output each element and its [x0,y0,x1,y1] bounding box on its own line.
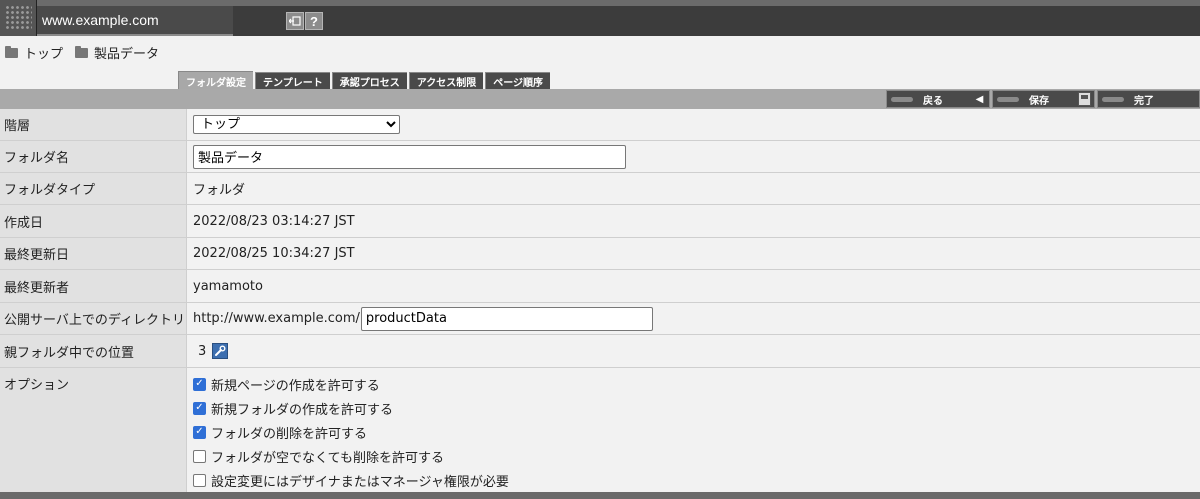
option-label: フォルダの削除を許可する [211,426,368,442]
back-button[interactable]: 戻る ◀ [886,90,990,108]
save-disk-icon [1078,92,1091,106]
folder-type-label: フォルダタイプ [0,173,187,204]
site-name: www.example.com [42,12,159,28]
folder-name-label: フォルダ名 [0,141,187,172]
tab-template[interactable]: テンプレート [255,72,330,90]
tab-bar: フォルダ設定 テンプレート 承認プロセス アクセス制限 ページ順序 [178,71,552,90]
button-pill [1102,96,1124,102]
position-value: 3 [198,343,207,359]
tab-page-order[interactable]: ページ順序 [485,72,551,90]
row-updated-by: 最終更新者 yamamoto [0,270,1200,303]
hierarchy-cell: トップ [187,109,1200,140]
row-position: 親フォルダ中での位置 3 [0,335,1200,368]
checkbox[interactable] [193,473,206,487]
option-label: 新規フォルダの作成を許可する [211,402,394,418]
option-allow-folder-delete[interactable]: フォルダの削除を許可する [193,420,367,444]
breadcrumb-item-top[interactable]: トップ [5,43,63,62]
updated-label: 最終更新日 [0,238,187,269]
row-options: オプション 新規ページの作成を許可する 新規フォルダの作成を許可する フォルダの… [0,368,1200,493]
checkbox[interactable] [193,449,206,463]
breadcrumb-label: 製品データ [94,47,160,62]
row-folder-type: フォルダタイプ フォルダ [0,173,1200,205]
checkbox[interactable] [193,425,206,439]
breadcrumb-item-product-data[interactable]: 製品データ [75,43,159,62]
folder-type-value: フォルダ [187,173,1200,204]
option-allow-nonempty-delete[interactable]: フォルダが空でなくても削除を許可する [193,444,444,468]
updated-by-value: yamamoto [187,270,1200,302]
wrench-icon[interactable] [212,343,229,359]
folder-settings-form: 階層 トップ フォルダ名 フォルダタイプ フォルダ 作成日 2022/08/23… [0,109,1200,493]
app-logo[interactable] [0,0,37,36]
checkbox[interactable] [193,377,206,391]
folder-name-cell [187,141,1200,172]
updated-value: 2022/08/25 10:34:27 JST [187,238,1200,269]
option-label: フォルダが空でなくても削除を許可する [211,450,444,466]
created-value: 2022/08/23 03:14:27 JST [187,205,1200,237]
tab-folder-settings[interactable]: フォルダ設定 [178,71,253,90]
options-label: オプション [0,368,187,493]
logo-grid-icon [5,5,32,31]
directory-cell: http://www.example.com/ [187,303,1200,334]
directory-prefix: http://www.example.com/ [193,311,360,326]
hierarchy-select[interactable]: トップ [193,115,400,134]
option-label: 新規ページの作成を許可する [211,378,380,394]
directory-input[interactable] [360,306,653,331]
breadcrumb: トップ 製品データ [5,43,171,62]
back-label: 戻る [923,95,943,107]
done-button[interactable]: 完了 [1097,90,1200,108]
tab-approval-process[interactable]: 承認プロセス [331,72,407,90]
back-arrow-icon: ◀ [975,93,984,105]
folder-name-input[interactable] [193,144,626,169]
button-pill [997,96,1019,102]
option-label: 設定変更にはデザイナまたはマネージャ権限が必要 [211,474,509,490]
tab-access-restriction[interactable]: アクセス制限 [408,72,484,90]
exit-icon[interactable] [286,12,304,30]
top-bar: www.example.com ? [0,0,1200,36]
action-bar: 戻る ◀ 保存 完了 [0,89,1200,109]
row-hierarchy: 階層 トップ [0,109,1200,141]
help-icon[interactable]: ? [305,12,323,30]
position-cell: 3 [187,335,1200,367]
site-tab[interactable]: www.example.com [37,6,233,36]
row-folder-name: フォルダ名 [0,141,1200,173]
row-directory: 公開サーバ上でのディレクトリ http://www.example.com/ [0,303,1200,335]
folder-icon [5,45,18,58]
save-label: 保存 [1029,95,1049,107]
button-pill [891,96,913,102]
row-updated: 最終更新日 2022/08/25 10:34:27 JST [0,238,1200,270]
bottom-bar [0,492,1200,499]
folder-icon [75,45,89,58]
checkbox[interactable] [193,401,206,415]
directory-label: 公開サーバ上でのディレクトリ [0,303,187,334]
position-label: 親フォルダ中での位置 [0,335,187,367]
options-cell: 新規ページの作成を許可する 新規フォルダの作成を許可する フォルダの削除を許可す… [187,368,1200,493]
save-button[interactable]: 保存 [992,90,1095,108]
updated-by-label: 最終更新者 [0,270,187,302]
option-require-designer-manager[interactable]: 設定変更にはデザイナまたはマネージャ権限が必要 [193,468,509,492]
done-label: 完了 [1134,95,1154,107]
option-allow-new-page[interactable]: 新規ページの作成を許可する [193,372,380,396]
created-label: 作成日 [0,205,187,237]
breadcrumb-label: トップ [24,47,64,62]
row-created: 作成日 2022/08/23 03:14:27 JST [0,205,1200,238]
option-allow-new-folder[interactable]: 新規フォルダの作成を許可する [193,396,393,420]
toolbar-icons: ? [286,12,323,30]
hierarchy-label: 階層 [0,109,187,140]
